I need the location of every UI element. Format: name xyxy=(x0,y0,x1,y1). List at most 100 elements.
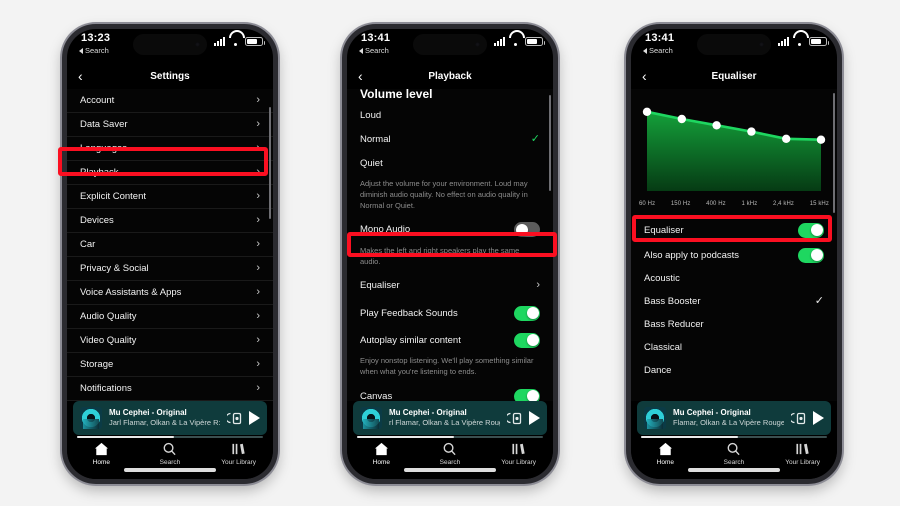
settings-row-devices[interactable]: Devices › xyxy=(67,209,273,233)
setting-play-feedback-sounds[interactable]: Play Feedback Sounds xyxy=(347,301,553,325)
chevron-left-icon[interactable]: ‹ xyxy=(642,69,647,83)
phone2-screen: 13:41 Search ‹ Playback Volume level Lou… xyxy=(347,29,553,479)
status-back-to-app[interactable]: Search xyxy=(643,46,673,55)
play-icon[interactable] xyxy=(813,411,824,425)
vertical-scrollbar[interactable] xyxy=(549,95,551,191)
preset-dance[interactable]: Dance xyxy=(631,359,837,382)
track-title: Mu Cephei - Original xyxy=(389,408,467,418)
tab-your-library[interactable]: Your Library xyxy=(491,442,547,466)
now-playing-meta: Mu Cephei - Original Flamar, Olkan & La … xyxy=(673,408,784,427)
preset-bass-booster[interactable]: Bass Booster ✓ xyxy=(631,290,837,313)
equaliser-curve[interactable] xyxy=(631,95,837,199)
checkmark-icon: ✓ xyxy=(530,132,540,145)
camera-lens-icon xyxy=(759,42,764,47)
tab-search[interactable]: Search xyxy=(142,442,198,466)
cellular-signal-icon xyxy=(214,37,225,46)
playback-scroll-area[interactable]: Volume level Loud Normal ✓ Quiet Adjust t… xyxy=(347,89,553,401)
playback-progress xyxy=(641,436,827,438)
tab-label: Search xyxy=(159,459,181,466)
row-label: Dance xyxy=(644,365,672,376)
volume-option-quiet[interactable]: Quiet xyxy=(347,151,553,175)
volume-option-loud[interactable]: Loud xyxy=(347,103,553,127)
tab-your-library[interactable]: Your Library xyxy=(211,442,267,466)
setting-equaliser[interactable]: Equaliser › xyxy=(347,273,553,297)
now-playing-bar[interactable]: Mu Cephei - Original Flamar, Olkan & La … xyxy=(637,401,831,438)
setting-mono-audio[interactable]: Mono Audio xyxy=(347,218,553,242)
setting-autoplay-similar-content[interactable]: Autoplay similar content xyxy=(347,328,553,352)
home-indicator xyxy=(404,468,496,472)
preset-classical[interactable]: Classical xyxy=(631,336,837,359)
settings-row-storage[interactable]: Storage › xyxy=(67,353,273,377)
home-indicator xyxy=(124,468,216,472)
library-icon xyxy=(796,443,809,455)
row-label: Bass Reducer xyxy=(644,319,704,330)
phone1-settings-list: Account › Data Saver › Languages › Playback… xyxy=(67,89,273,401)
eq-handle-4[interactable] xyxy=(782,134,791,143)
freq-label: 15 kHz xyxy=(809,201,829,207)
camera-lens-icon xyxy=(195,42,200,47)
tab-home[interactable]: Home xyxy=(353,442,409,466)
settings-row-notifications[interactable]: Notifications › xyxy=(67,377,273,401)
now-playing-bar[interactable]: Mu Cephei - Original rl Flamar, Olkan & … xyxy=(353,401,547,438)
preset-bass-reducer[interactable]: Bass Reducer xyxy=(631,313,837,336)
equaliser-toggle[interactable] xyxy=(798,222,824,238)
play-icon[interactable] xyxy=(249,411,260,425)
toggle-knob xyxy=(526,307,539,320)
connect-device-icon[interactable] xyxy=(791,412,806,425)
autoplay-toggle[interactable] xyxy=(514,332,540,348)
chevron-left-icon[interactable]: ‹ xyxy=(358,69,363,83)
settings-row-playback[interactable]: Playback › xyxy=(67,161,273,185)
status-back-to-app[interactable]: Search xyxy=(79,46,109,55)
tab-label: Home xyxy=(656,459,674,466)
play-icon[interactable] xyxy=(529,411,540,425)
chevron-left-icon[interactable]: ‹ xyxy=(78,69,83,83)
tab-search[interactable]: Search xyxy=(706,442,762,466)
setting-also-apply-podcasts[interactable]: Also apply to podcasts xyxy=(631,243,837,267)
status-back-to-app[interactable]: Search xyxy=(359,46,389,55)
track-artists: rl Flamar, Olkan & La Vipère Roug xyxy=(389,418,500,428)
eq-handle-1[interactable] xyxy=(677,114,686,124)
battery-icon xyxy=(245,37,265,46)
podcasts-toggle[interactable] xyxy=(798,247,824,263)
home-icon xyxy=(94,442,108,456)
tab-home[interactable]: Home xyxy=(73,442,129,466)
settings-row-privacy-social[interactable]: Privacy & Social › xyxy=(67,257,273,281)
eq-handle-0[interactable] xyxy=(642,107,652,116)
status-back-label: Search xyxy=(365,46,389,55)
canvas-toggle[interactable] xyxy=(514,388,540,401)
settings-row-video-quality[interactable]: Video Quality › xyxy=(67,329,273,353)
preset-acoustic[interactable]: Acoustic xyxy=(631,267,837,290)
settings-row-car[interactable]: Car › xyxy=(67,233,273,257)
row-label: Loud xyxy=(360,109,382,121)
settings-row-languages[interactable]: Languages › xyxy=(67,137,273,161)
vertical-scrollbar[interactable] xyxy=(269,107,271,219)
setting-equaliser-toggle-row[interactable]: Equaliser xyxy=(631,217,837,243)
equaliser-scroll-area[interactable]: 60 Hz 150 Hz 400 Hz 1 kHz 2,4 kHz 15 kHz… xyxy=(631,89,837,401)
connect-device-icon[interactable] xyxy=(507,412,522,425)
eq-handle-3[interactable] xyxy=(747,127,756,136)
freq-label: 150 Hz xyxy=(670,201,691,207)
vertical-scrollbar[interactable] xyxy=(833,93,835,213)
settings-scroll-area[interactable]: Account › Data Saver › Languages › Playback… xyxy=(67,89,273,401)
connect-device-icon[interactable] xyxy=(227,412,242,425)
playback-progress xyxy=(77,436,263,438)
eq-handle-5[interactable] xyxy=(816,135,826,144)
equaliser-chart[interactable]: 60 Hz 150 Hz 400 Hz 1 kHz 2,4 kHz 15 kHz xyxy=(631,89,837,217)
tab-search[interactable]: Search xyxy=(422,442,478,466)
mono-audio-toggle[interactable] xyxy=(514,222,540,238)
setting-canvas[interactable]: Canvas xyxy=(347,384,553,401)
settings-row-voice-assistants[interactable]: Voice Assistants & Apps › xyxy=(67,281,273,305)
settings-row-audio-quality[interactable]: Audio Quality › xyxy=(67,305,273,329)
tab-home[interactable]: Home xyxy=(637,442,693,466)
chevron-right-icon: › xyxy=(256,334,260,346)
tab-your-library[interactable]: Your Library xyxy=(775,442,831,466)
phone2-navbar: ‹ Playback xyxy=(347,63,553,89)
settings-row-explicit-content[interactable]: Explicit Content › xyxy=(67,185,273,209)
chevron-right-icon: › xyxy=(256,286,260,298)
settings-row-data-saver[interactable]: Data Saver › xyxy=(67,113,273,137)
now-playing-bar[interactable]: Mu Cephei - Original Jarl Flamar, Olkan … xyxy=(73,401,267,438)
volume-option-normal[interactable]: Normal ✓ xyxy=(347,127,553,151)
settings-row-account[interactable]: Account › xyxy=(67,89,273,113)
eq-handle-2[interactable] xyxy=(712,121,721,130)
play-feedback-toggle[interactable] xyxy=(514,305,540,321)
